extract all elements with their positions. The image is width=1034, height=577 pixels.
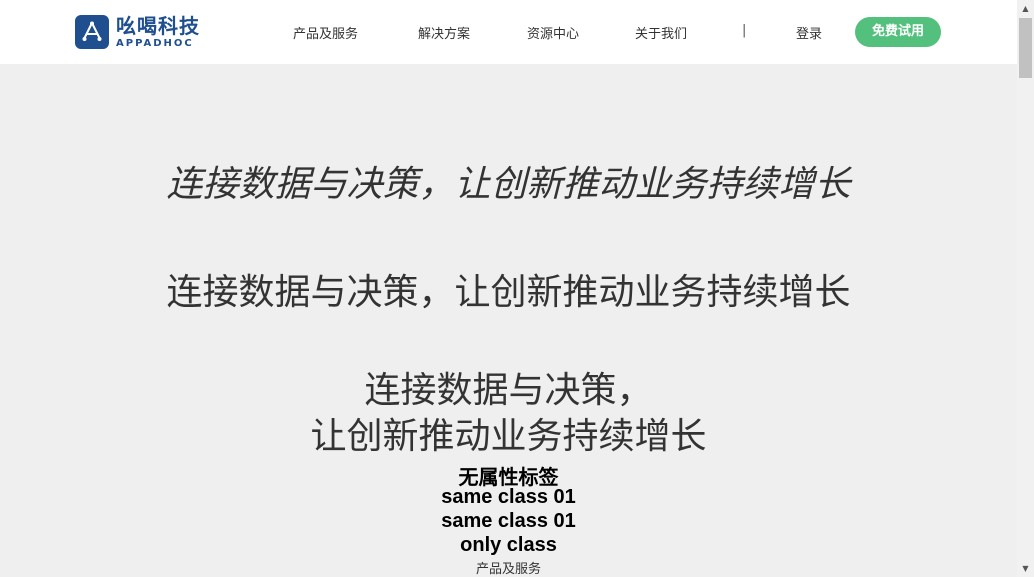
nav-solutions[interactable]: 解决方案 (418, 23, 470, 42)
same-class-label-2: same class 01 (441, 510, 576, 532)
nav-separator: | (742, 23, 747, 38)
nav-about-us[interactable]: 关于我们 (635, 23, 687, 42)
hero-headline-line-1: 连接数据与决策， (364, 370, 653, 411)
hero-headline-two-line: 连接数据与决策， 让创新推动业务持续增长 (0, 368, 1017, 460)
brand-name-en: APPADHOC (116, 37, 194, 49)
hero-headline-line-2: 让创新推动业务持续增长 (310, 416, 707, 457)
appadhoc-logo-icon (75, 15, 109, 49)
hero-headline: 连接数据与决策，让创新推动业务持续增长 (166, 272, 851, 313)
top-navbar: 吆喝科技 APPADHOC 产品及服务 解决方案 资源中心 关于我们 | 登录 … (0, 0, 1017, 64)
free-trial-button[interactable]: 免费试用 (855, 17, 941, 47)
vertical-scrollbar[interactable]: ▲ ▼ (1017, 0, 1034, 577)
nav-resources[interactable]: 资源中心 (527, 23, 579, 42)
products-services-link[interactable]: 产品及服务 (0, 558, 1017, 577)
scroll-down-arrow-icon[interactable]: ▼ (1017, 560, 1034, 577)
brand-name-cn: 吆喝科技 (116, 13, 200, 38)
scroll-up-arrow-icon[interactable]: ▲ (1017, 0, 1034, 17)
only-class-label: only class (460, 534, 557, 556)
login-link[interactable]: 登录 (796, 23, 822, 42)
brand-wordmark: 吆喝科技 APPADHOC (116, 16, 200, 49)
scrollbar-thumb[interactable] (1019, 18, 1032, 78)
nav-products-services[interactable]: 产品及服务 (293, 23, 358, 42)
brand-logo[interactable]: 吆喝科技 APPADHOC (75, 15, 200, 49)
same-class-label-1: same class 01 (441, 486, 576, 508)
hero-headline-italic: 连接数据与决策，让创新推动业务持续增长 (166, 164, 851, 205)
